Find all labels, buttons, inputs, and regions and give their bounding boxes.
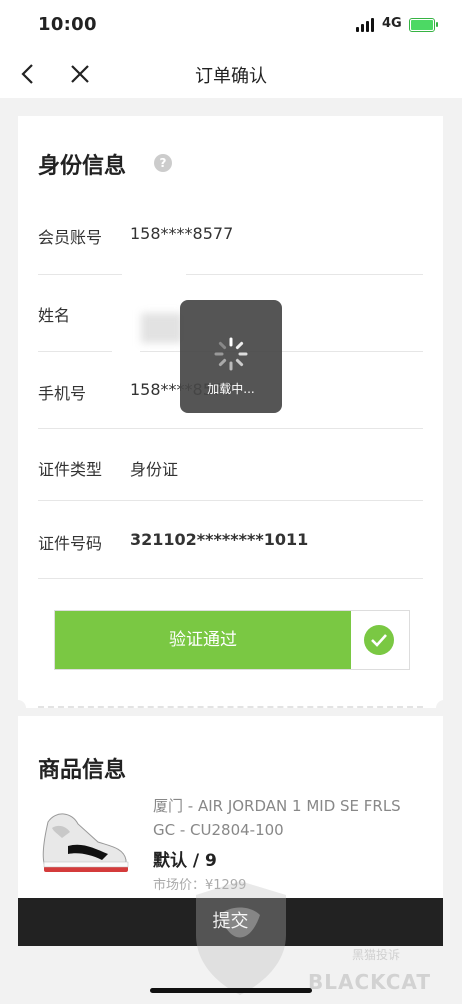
product-section-title: 商品信息 [38,758,127,783]
notch [436,700,452,716]
phone-label: 手机号 [38,384,87,403]
name-label: 姓名 [38,306,71,325]
nav-bar: 订单确认 [0,50,462,98]
product-spec: 默认 / 9 [153,851,217,871]
product-name: 厦门 - AIR JORDAN 1 MID SE FRLS GC - CU280… [153,797,401,839]
page-title: 订单确认 [195,66,267,87]
help-icon[interactable]: ? [154,154,172,172]
id-number-value: 321102********1011 [130,530,309,549]
watermark-text: BLACKCAT [308,970,431,994]
id-number-label: 证件号码 [38,534,103,553]
member-account-value: 158****8577 [130,224,234,243]
signal-icon [356,18,374,32]
loading-toast: 加载中... [180,300,282,413]
status-time: 10:00 [38,14,97,35]
divider [38,500,423,501]
home-indicator[interactable] [150,988,312,993]
member-account-label: 会员账号 [38,228,103,247]
id-type-value: 身份证 [130,460,179,479]
id-type-label: 证件类型 [38,460,103,479]
product-image[interactable] [38,802,132,876]
check-icon [364,625,394,655]
divider [38,274,122,275]
verify-status: 验证通过 [54,610,410,670]
status-bar: 10:00 4G [0,0,462,50]
network-type: 4G [382,16,402,31]
verify-passed-button[interactable]: 验证通过 [55,611,351,669]
divider [38,428,423,429]
divider [38,351,112,352]
divider [38,578,423,579]
spinner-icon [213,336,249,372]
blurred-name [141,313,183,343]
watermark-subtext: 黑猫投诉 [352,948,401,962]
battery-icon [409,18,438,32]
dashed-divider [38,706,423,708]
loading-text: 加载中... [207,382,255,396]
identity-section-title: 身份信息 [38,154,127,179]
notch [10,700,26,716]
divider [186,274,423,275]
